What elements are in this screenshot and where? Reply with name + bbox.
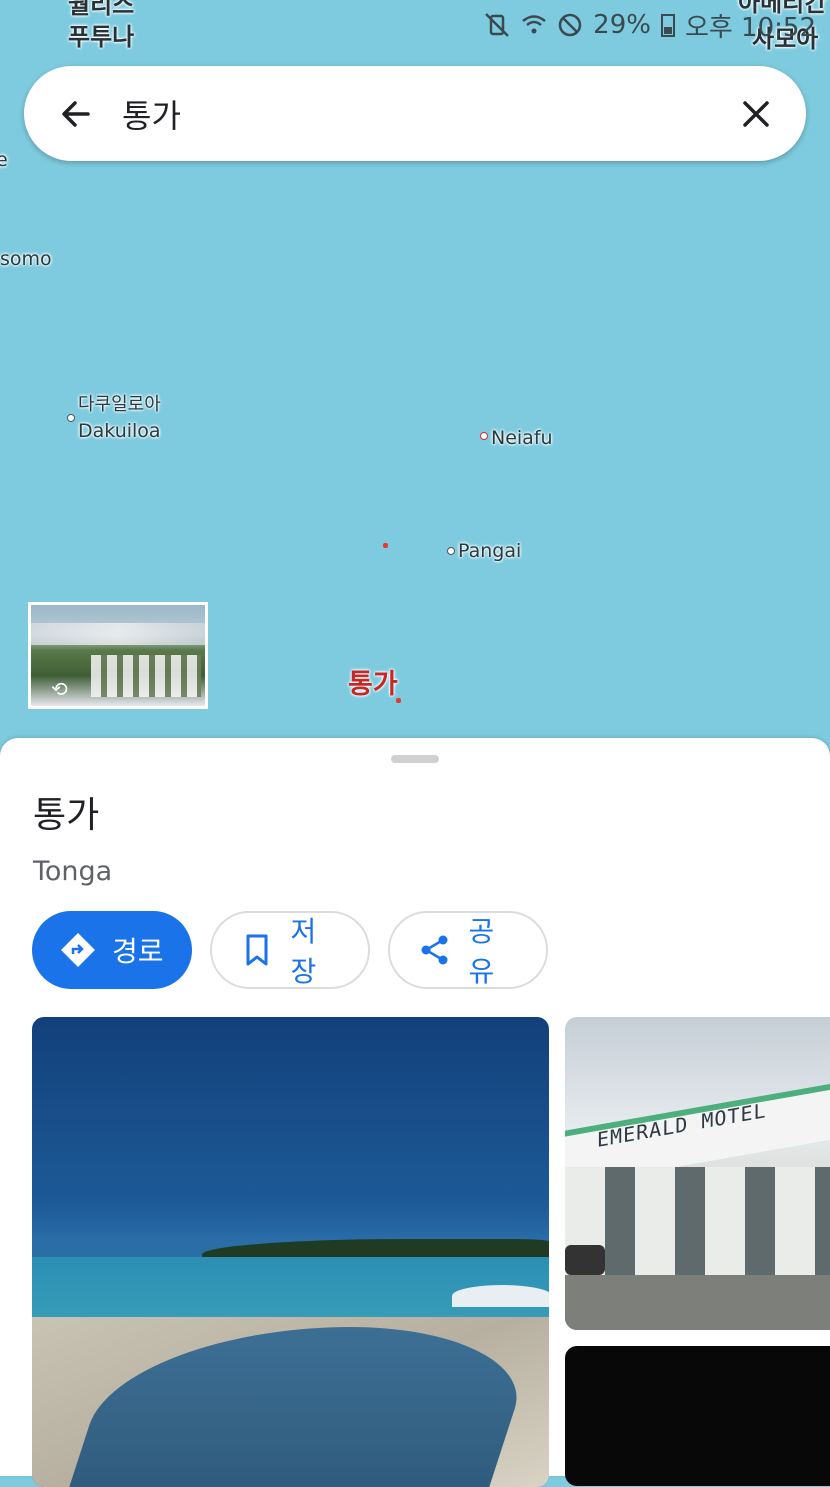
bookmark-icon [240, 932, 275, 968]
map-label-pangai[interactable]: Pangai [458, 541, 521, 562]
thumbnail-chairs [91, 655, 201, 697]
save-label: 저장 [290, 915, 317, 988]
map-label-dakuiloa-ko: 다쿠일로아 [78, 394, 161, 415]
map-label-tonga[interactable]: 통가 [348, 670, 398, 700]
save-button[interactable]: 저장 [210, 911, 370, 989]
drag-handle[interactable] [391, 755, 439, 763]
wifi-icon [521, 12, 547, 38]
status-bar: 29% 오후 10:52 [483, 0, 816, 50]
directions-button[interactable]: 경로 [32, 911, 192, 989]
clock: 오후 10:52 [684, 12, 816, 43]
map-marker-neiafu [480, 432, 488, 440]
back-arrow-icon[interactable] [46, 84, 106, 144]
close-icon[interactable] [726, 84, 786, 144]
map-marker-pangai [447, 547, 455, 555]
place-photo-beach[interactable] [32, 1017, 549, 1487]
vibrate-mute-icon [483, 11, 511, 39]
action-row: 경로 저장 공유 [32, 911, 548, 989]
map-label-wallis: 월리스 [68, 0, 135, 19]
place-subtitle: Tonga [33, 856, 113, 887]
directions-label: 경로 [112, 935, 164, 968]
map-label-neiafu[interactable]: Neiafu [491, 428, 553, 449]
place-title: 통가 [33, 795, 100, 836]
share-button[interactable]: 공유 [388, 911, 548, 989]
map-marker-dakuiloa [67, 414, 75, 422]
do-not-disturb-icon [557, 12, 583, 38]
share-label: 공유 [468, 915, 495, 988]
battery-icon [660, 13, 675, 37]
map-label-futuna: 푸투나 [68, 23, 135, 51]
photo-foam [452, 1285, 549, 1307]
photo-car [565, 1245, 605, 1275]
panorama-icon: ⟲ [51, 677, 68, 701]
place-photo-dark[interactable] [565, 1346, 830, 1486]
place-photo-motel[interactable]: EMERALD MOTEL [565, 1017, 830, 1330]
battery-percent: 29% [593, 10, 651, 40]
thumbnail-tent [31, 623, 205, 645]
street-view-thumbnail[interactable]: ⟲ [28, 602, 208, 709]
search-bar[interactable]: 통가 [24, 66, 806, 161]
directions-icon [60, 932, 96, 968]
map-islet-tongatapu [396, 698, 401, 703]
share-icon [418, 932, 453, 968]
map-label-e: e [0, 149, 8, 171]
photo-road [565, 1275, 830, 1330]
place-sheet[interactable]: 통가 Tonga 경로 저장 공유 EMERALD MOTEL [0, 738, 830, 1487]
search-input[interactable]: 통가 [122, 91, 726, 137]
map-label-dakuiloa: Dakuiloa [78, 420, 161, 442]
map-view[interactable]: 월리스 푸투나 아메리칸 사모아 29% 오후 10:52 통가 e somo … [0, 0, 830, 760]
map-label-somo: somo [0, 248, 52, 270]
map-islet [383, 543, 388, 548]
